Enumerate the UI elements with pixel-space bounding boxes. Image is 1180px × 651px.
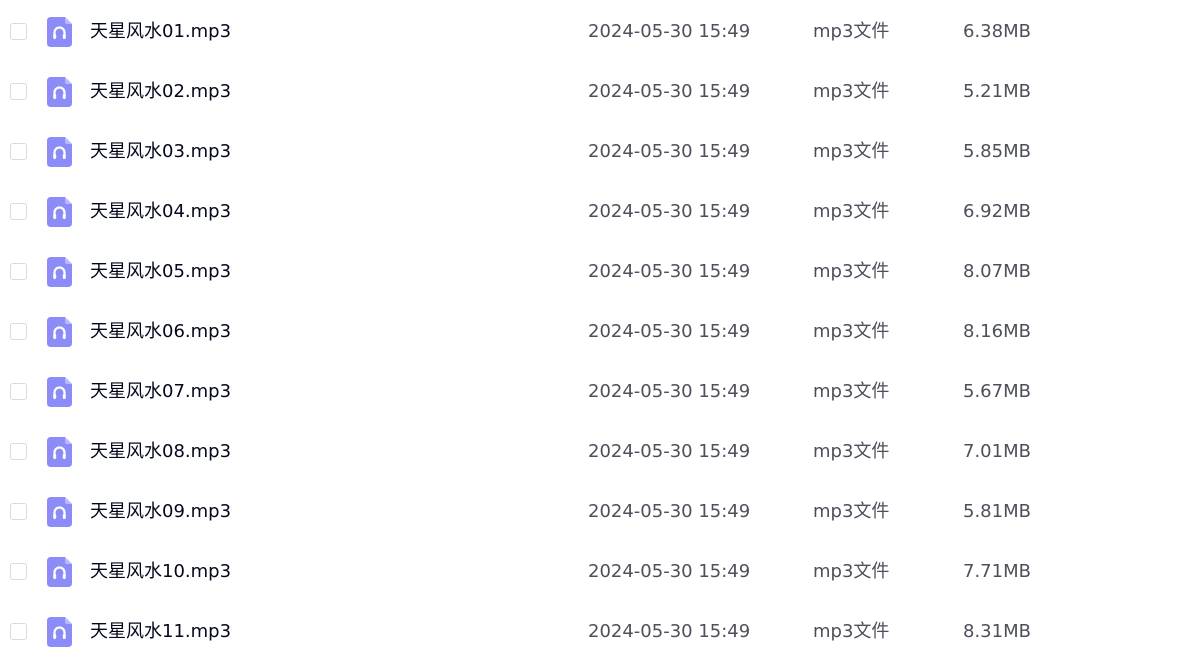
file-name[interactable]: 天星风水07.mp3 <box>90 380 231 404</box>
file-modified-date: 2024-05-30 15:49 <box>588 321 751 342</box>
file-type: mp3文件 <box>813 381 890 402</box>
row-checkbox[interactable] <box>10 143 27 160</box>
file-size: 6.38MB <box>963 21 1031 42</box>
file-modified-date: 2024-05-30 15:49 <box>588 261 751 282</box>
audio-file-icon <box>47 17 72 47</box>
file-modified-date: 2024-05-30 15:49 <box>588 501 751 522</box>
file-row[interactable]: 天星风水03.mp3 2024-05-30 15:49 mp3文件 5.85MB <box>0 122 1180 182</box>
file-modified-date: 2024-05-30 15:49 <box>588 201 751 222</box>
audio-file-icon <box>47 497 72 527</box>
file-name[interactable]: 天星风水02.mp3 <box>90 80 231 104</box>
file-type: mp3文件 <box>813 321 890 342</box>
file-size: 8.31MB <box>963 621 1031 642</box>
file-size: 5.67MB <box>963 381 1031 402</box>
audio-file-icon <box>47 197 72 227</box>
audio-file-icon <box>47 437 72 467</box>
file-size: 5.85MB <box>963 141 1031 162</box>
file-type: mp3文件 <box>813 261 890 282</box>
file-type: mp3文件 <box>813 441 890 462</box>
audio-file-icon <box>47 317 72 347</box>
file-modified-date: 2024-05-30 15:49 <box>588 141 751 162</box>
file-size: 7.01MB <box>963 441 1031 462</box>
file-size: 5.21MB <box>963 81 1031 102</box>
file-row[interactable]: 天星风水01.mp3 2024-05-30 15:49 mp3文件 6.38MB <box>0 2 1180 62</box>
row-checkbox[interactable] <box>10 623 27 640</box>
file-modified-date: 2024-05-30 15:49 <box>588 621 751 642</box>
file-type: mp3文件 <box>813 621 890 642</box>
file-name[interactable]: 天星风水05.mp3 <box>90 260 231 284</box>
row-checkbox[interactable] <box>10 263 27 280</box>
file-modified-date: 2024-05-30 15:49 <box>588 381 751 402</box>
audio-file-icon <box>47 257 72 287</box>
audio-file-icon <box>47 377 72 407</box>
file-type: mp3文件 <box>813 81 890 102</box>
row-checkbox[interactable] <box>10 23 27 40</box>
file-size: 8.07MB <box>963 261 1031 282</box>
file-row[interactable]: 天星风水08.mp3 2024-05-30 15:49 mp3文件 7.01MB <box>0 422 1180 482</box>
file-size: 7.71MB <box>963 561 1031 582</box>
file-modified-date: 2024-05-30 15:49 <box>588 81 751 102</box>
file-type: mp3文件 <box>813 201 890 222</box>
file-name[interactable]: 天星风水03.mp3 <box>90 140 231 164</box>
audio-file-icon <box>47 617 72 647</box>
file-row[interactable]: 天星风水06.mp3 2024-05-30 15:49 mp3文件 8.16MB <box>0 302 1180 362</box>
file-type: mp3文件 <box>813 21 890 42</box>
file-row[interactable]: 天星风水11.mp3 2024-05-30 15:49 mp3文件 8.31MB <box>0 602 1180 651</box>
file-row[interactable]: 天星风水05.mp3 2024-05-30 15:49 mp3文件 8.07MB <box>0 242 1180 302</box>
file-row[interactable]: 天星风水07.mp3 2024-05-30 15:49 mp3文件 5.67MB <box>0 362 1180 422</box>
file-row[interactable]: 天星风水04.mp3 2024-05-30 15:49 mp3文件 6.92MB <box>0 182 1180 242</box>
row-checkbox[interactable] <box>10 323 27 340</box>
file-modified-date: 2024-05-30 15:49 <box>588 21 751 42</box>
file-name[interactable]: 天星风水04.mp3 <box>90 200 231 224</box>
file-list: 天星风水01.mp3 2024-05-30 15:49 mp3文件 6.38MB… <box>0 0 1180 651</box>
row-checkbox[interactable] <box>10 83 27 100</box>
file-size: 5.81MB <box>963 501 1031 522</box>
file-name[interactable]: 天星风水09.mp3 <box>90 500 231 524</box>
file-row[interactable]: 天星风水09.mp3 2024-05-30 15:49 mp3文件 5.81MB <box>0 482 1180 542</box>
file-modified-date: 2024-05-30 15:49 <box>588 441 751 462</box>
row-checkbox[interactable] <box>10 203 27 220</box>
row-checkbox[interactable] <box>10 503 27 520</box>
row-checkbox[interactable] <box>10 563 27 580</box>
file-name[interactable]: 天星风水06.mp3 <box>90 320 231 344</box>
file-size: 8.16MB <box>963 321 1031 342</box>
file-type: mp3文件 <box>813 141 890 162</box>
file-modified-date: 2024-05-30 15:49 <box>588 561 751 582</box>
file-type: mp3文件 <box>813 501 890 522</box>
audio-file-icon <box>47 77 72 107</box>
file-name[interactable]: 天星风水08.mp3 <box>90 440 231 464</box>
file-name[interactable]: 天星风水11.mp3 <box>90 620 231 644</box>
file-name[interactable]: 天星风水01.mp3 <box>90 20 231 44</box>
file-type: mp3文件 <box>813 561 890 582</box>
file-name[interactable]: 天星风水10.mp3 <box>90 560 231 584</box>
row-checkbox[interactable] <box>10 443 27 460</box>
audio-file-icon <box>47 557 72 587</box>
file-size: 6.92MB <box>963 201 1031 222</box>
file-row[interactable]: 天星风水10.mp3 2024-05-30 15:49 mp3文件 7.71MB <box>0 542 1180 602</box>
audio-file-icon <box>47 137 72 167</box>
row-checkbox[interactable] <box>10 383 27 400</box>
file-row[interactable]: 天星风水02.mp3 2024-05-30 15:49 mp3文件 5.21MB <box>0 62 1180 122</box>
